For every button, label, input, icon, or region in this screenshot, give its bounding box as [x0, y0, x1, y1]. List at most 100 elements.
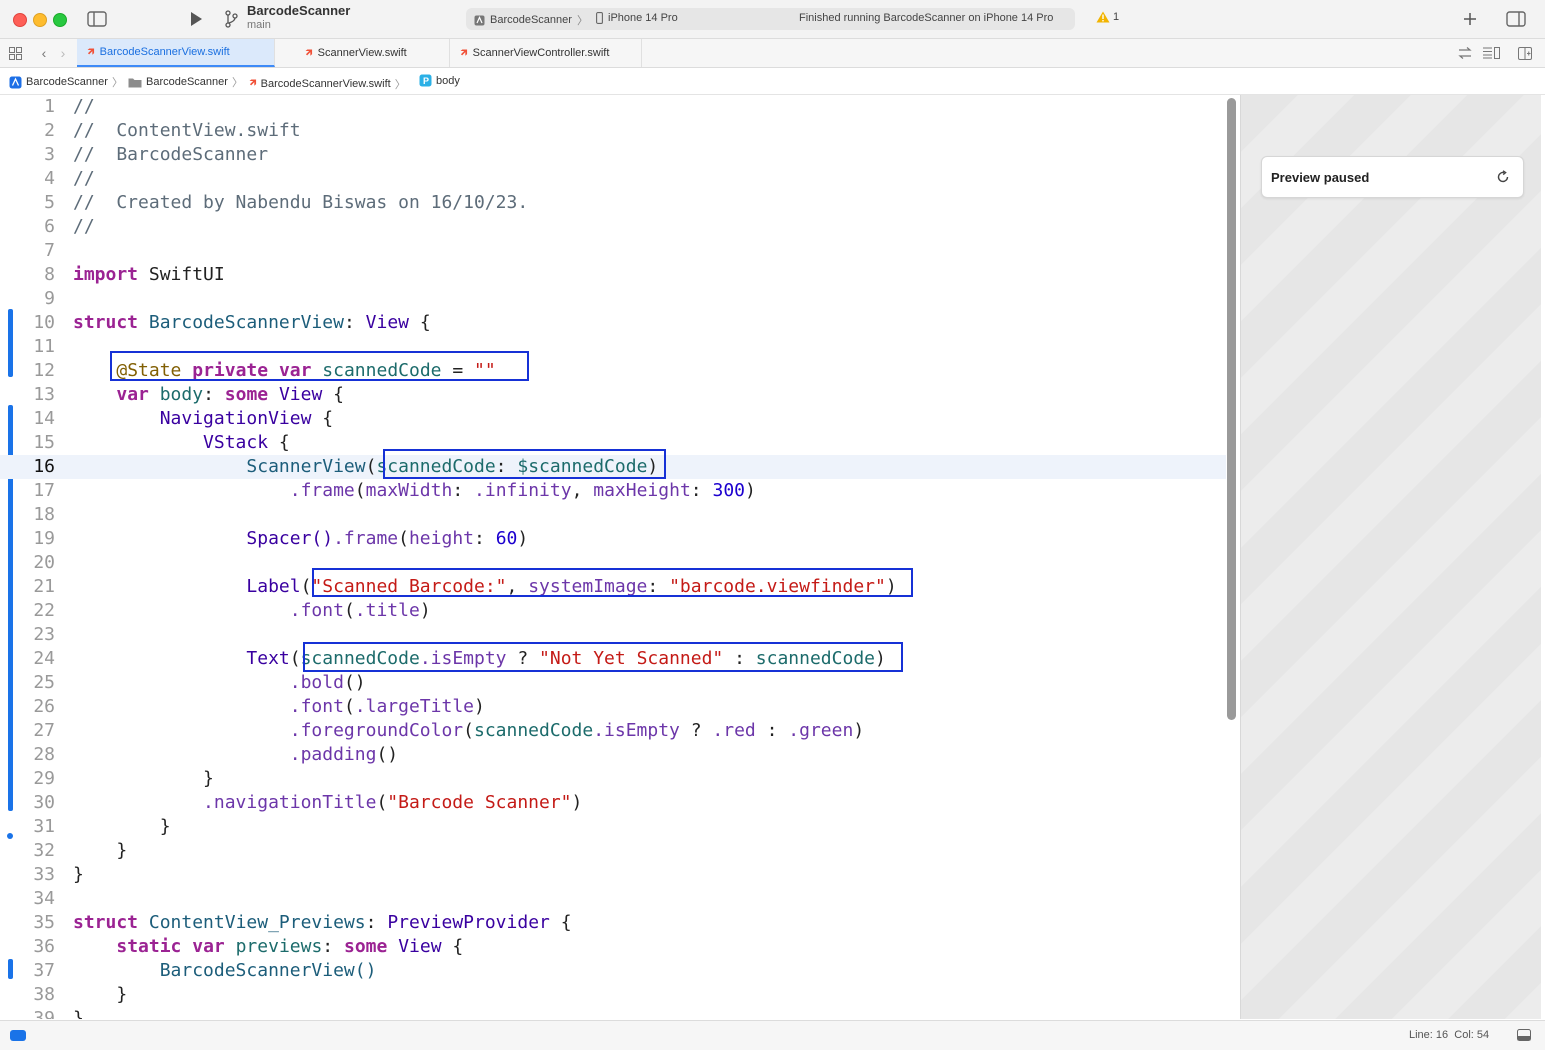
- line-number: 7: [44, 240, 55, 261]
- project-name: BarcodeScanner: [247, 3, 351, 18]
- minimize-window-button[interactable]: [33, 13, 47, 27]
- refresh-preview-button[interactable]: [1495, 169, 1511, 185]
- tab-barcodescannerview[interactable]: 🡽 BarcodeScannerView.swift: [77, 39, 275, 67]
- tab-scannerview[interactable]: 🡽 ScannerView.swift: [275, 39, 450, 67]
- line-number: 17: [33, 480, 55, 501]
- code-token: :: [452, 480, 475, 501]
- arrows-swap-icon: [1458, 47, 1472, 59]
- code-token: ): [474, 696, 485, 717]
- scheme-selector[interactable]: BarcodeScanner 〉: [474, 12, 588, 28]
- code-token: :: [690, 480, 713, 501]
- swap-button[interactable]: [1457, 45, 1473, 61]
- code-line: 35 struct ContentView_Previews: PreviewPr…: [0, 911, 1226, 935]
- folder-icon: [128, 78, 142, 87]
- line-number: 4: [44, 168, 55, 189]
- line-number: 19: [33, 528, 55, 549]
- editor-options-button[interactable]: [1481, 45, 1501, 61]
- tab-label: ScannerViewController.swift: [472, 47, 610, 59]
- line-number: 31: [33, 816, 55, 837]
- code-line: 22 .font(.title): [0, 599, 1226, 623]
- code-token: (: [343, 600, 355, 621]
- line-number: 39: [33, 1008, 55, 1019]
- back-button[interactable]: ‹: [37, 45, 51, 61]
- add-editor-button[interactable]: [1517, 45, 1533, 61]
- project-title[interactable]: BarcodeScanner main: [247, 4, 350, 32]
- breadcrumb-symbol[interactable]: P body: [419, 74, 460, 87]
- code-token: ): [419, 600, 431, 621]
- editor-tab-bar: ‹ › 🡽 BarcodeScannerView.swift 🡽 Scanner…: [0, 39, 1545, 68]
- code-token: (: [398, 528, 409, 549]
- panel-toggle-button[interactable]: [1516, 1028, 1532, 1042]
- lines-icon: [1483, 47, 1500, 59]
- debug-area-toggle-button[interactable]: [10, 1029, 26, 1041]
- line-number: 9: [44, 288, 55, 309]
- code-token: var: [116, 384, 149, 405]
- line-number: 34: [33, 888, 55, 909]
- swift-icon: 🡽: [305, 46, 313, 59]
- swift-icon: 🡽: [249, 77, 257, 89]
- forward-button[interactable]: ›: [56, 45, 70, 61]
- line-number: 18: [33, 504, 55, 525]
- scheme-name: BarcodeScanner: [490, 14, 572, 26]
- breadcrumb-file[interactable]: 🡽 BarcodeScannerView.swift 〉: [249, 74, 406, 93]
- zoom-window-button[interactable]: [53, 13, 67, 27]
- toolbar: BarcodeScanner main BarcodeScanner 〉 iPh…: [0, 0, 1545, 39]
- code-token: .isEmpty: [593, 720, 680, 741]
- code-token: {: [409, 312, 431, 333]
- line-number: 29: [33, 768, 55, 789]
- code-line: 32 }: [0, 839, 1226, 863]
- highlight-box: [303, 642, 903, 672]
- code-token: .font: [289, 600, 344, 621]
- breadcrumb-project[interactable]: BarcodeScanner 〉: [9, 74, 123, 90]
- code-line: 34: [0, 887, 1226, 911]
- code-token: height: [408, 528, 474, 549]
- code-token: (: [354, 480, 366, 501]
- code-token: :: [474, 528, 496, 549]
- device-selector[interactable]: iPhone 14 Pro: [596, 12, 678, 24]
- line-number: 3: [44, 144, 55, 165]
- warning-icon: [1096, 11, 1110, 23]
- code-token: }: [73, 864, 84, 885]
- code-line: 30 .navigationTitle("Barcode Scanner"): [0, 791, 1226, 815]
- line-number: 10: [33, 312, 55, 333]
- code-line: 13 var body: some View {: [0, 383, 1226, 407]
- code-token: .foregroundColor: [289, 720, 464, 741]
- code-token: {: [268, 432, 290, 453]
- tab-scannerviewcontroller[interactable]: 🡽 ScannerViewController.swift: [450, 39, 642, 67]
- code-token: .infinity: [474, 480, 572, 501]
- activity-view[interactable]: BarcodeScanner 〉 iPhone 14 Pro Finished …: [466, 8, 1075, 30]
- add-button[interactable]: [1461, 10, 1479, 28]
- sidebar-icon: [87, 11, 107, 27]
- code-line: 39}: [0, 1007, 1226, 1019]
- line-number: 27: [33, 720, 55, 741]
- code-token: }: [203, 768, 214, 789]
- line-number: 21: [33, 576, 55, 597]
- preview-status-label: Preview paused: [1271, 170, 1370, 185]
- related-items-button[interactable]: [7, 45, 23, 61]
- code-token: scannedCode: [473, 720, 594, 741]
- editor-scrollbar[interactable]: [1227, 98, 1236, 720]
- line-number: 36: [33, 936, 55, 957]
- code-token: :: [343, 312, 366, 333]
- split-editor-icon: [1518, 46, 1532, 60]
- warnings-indicator[interactable]: 1: [1096, 11, 1119, 23]
- code-line: 14 NavigationView {: [0, 407, 1226, 431]
- inspector-toggle-button[interactable]: [1505, 10, 1527, 28]
- preview-canvas: Preview paused: [1240, 95, 1541, 1019]
- source-editor[interactable]: 1 // 2 // ContentView.swift 3 // BarcodeSca…: [0, 95, 1226, 1019]
- line-number: 38: [33, 984, 55, 1005]
- navigator-toggle-button[interactable]: [86, 10, 108, 28]
- preview-status-card: Preview paused: [1261, 156, 1524, 198]
- code-token: var: [192, 936, 225, 957]
- run-button[interactable]: [186, 10, 206, 28]
- code-token: maxWidth: [365, 480, 453, 501]
- code-token: :: [755, 720, 789, 741]
- code-token: }: [73, 1008, 84, 1019]
- close-window-button[interactable]: [13, 13, 27, 27]
- code-token: .largeTitle: [354, 696, 474, 717]
- code-token: (: [376, 792, 388, 813]
- device-name: iPhone 14 Pro: [608, 12, 678, 24]
- chevron-right-icon: 〉: [394, 78, 406, 91]
- breadcrumb-group[interactable]: BarcodeScanner 〉: [128, 74, 243, 90]
- highlight-box: [383, 449, 666, 479]
